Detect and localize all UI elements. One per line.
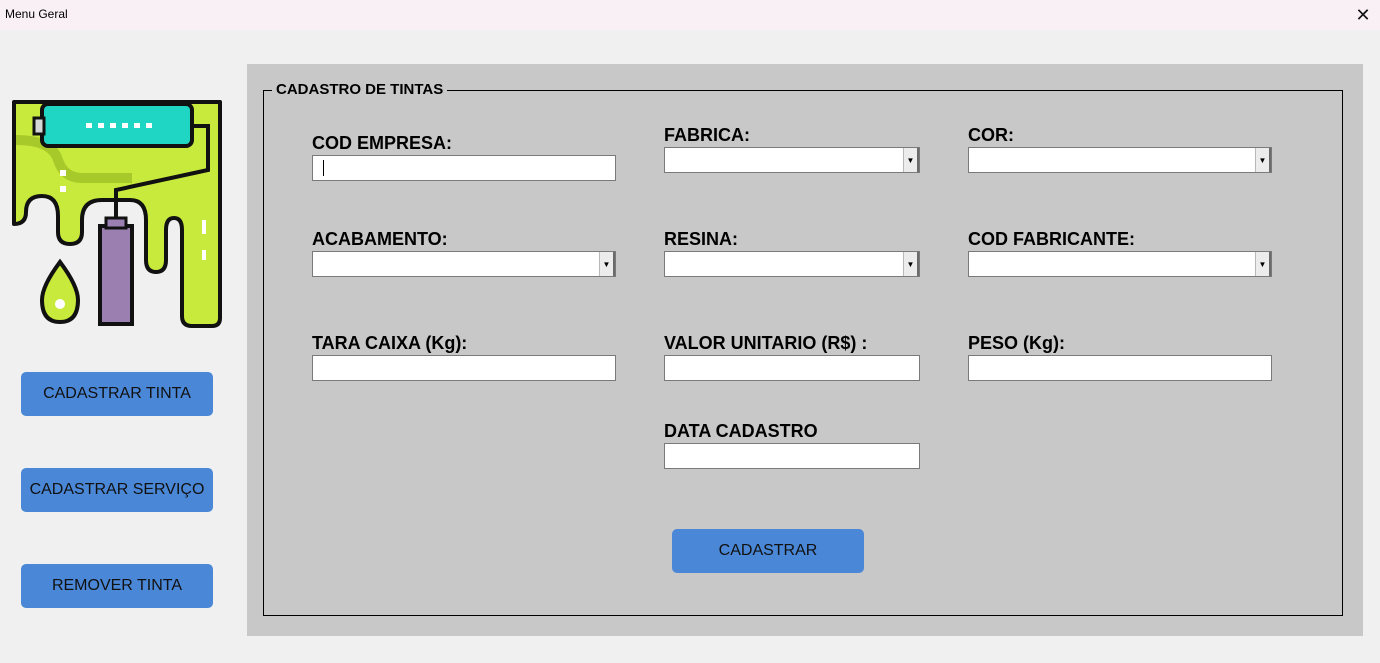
cadastrar-servico-button[interactable]: CADASTRAR SERVIÇO bbox=[21, 468, 213, 512]
cod-empresa-label: COD EMPRESA: bbox=[312, 133, 453, 153]
acabamento-label: ACABAMENTO: bbox=[312, 229, 448, 249]
fabrica-label: FABRICA: bbox=[664, 125, 750, 145]
form-panel: CADASTRO DE TINTAS COD EMPRESA: FABRICA:… bbox=[247, 64, 1363, 636]
chevron-down-icon[interactable]: ▼ bbox=[903, 252, 919, 276]
peso-input[interactable] bbox=[968, 355, 1272, 381]
cod-fabricante-combobox[interactable]: ▼ bbox=[968, 251, 1272, 277]
cadastro-groupbox: CADASTRO DE TINTAS COD EMPRESA: FABRICA:… bbox=[263, 81, 1343, 616]
close-icon: ✕ bbox=[1355, 4, 1371, 25]
chevron-down-icon[interactable]: ▼ bbox=[1255, 252, 1271, 276]
valor-unitario-label: VALOR UNITARIO (R$) : bbox=[664, 333, 868, 353]
title-bar: Menu Geral ✕ bbox=[0, 0, 1380, 30]
acabamento-combobox[interactable]: ▼ bbox=[312, 251, 616, 277]
cor-label: COR: bbox=[968, 125, 1014, 145]
paint-roller-icon bbox=[12, 100, 222, 328]
data-cadastro-input[interactable] bbox=[664, 443, 920, 469]
chevron-down-icon[interactable]: ▼ bbox=[903, 148, 919, 172]
tara-caixa-input[interactable] bbox=[312, 355, 616, 381]
cor-combobox[interactable]: ▼ bbox=[968, 147, 1272, 173]
group-title: CADASTRO DE TINTAS bbox=[272, 81, 448, 98]
chevron-down-icon[interactable]: ▼ bbox=[599, 252, 615, 276]
cod-empresa-input[interactable] bbox=[312, 155, 616, 181]
resina-label: RESINA: bbox=[664, 229, 739, 249]
remover-tinta-button[interactable]: REMOVER TINTA bbox=[21, 564, 213, 608]
cadastrar-tinta-button[interactable]: CADASTRAR TINTA bbox=[21, 372, 213, 416]
chevron-down-icon[interactable]: ▼ bbox=[1255, 148, 1271, 172]
data-cadastro-label: DATA CADASTRO bbox=[664, 421, 818, 441]
resina-combobox[interactable]: ▼ bbox=[664, 251, 920, 277]
close-button[interactable]: ✕ bbox=[1346, 0, 1380, 30]
window-title: Menu Geral bbox=[5, 7, 68, 21]
cod-fabricante-label: COD FABRICANTE: bbox=[968, 229, 1135, 249]
text-caret bbox=[323, 160, 324, 176]
fabrica-combobox[interactable]: ▼ bbox=[664, 147, 920, 173]
peso-label: PESO (Kg): bbox=[968, 333, 1065, 353]
cadastrar-button[interactable]: CADASTRAR bbox=[672, 529, 864, 573]
valor-unitario-input[interactable] bbox=[664, 355, 920, 381]
tara-caixa-label: TARA CAIXA (Kg): bbox=[312, 333, 468, 353]
